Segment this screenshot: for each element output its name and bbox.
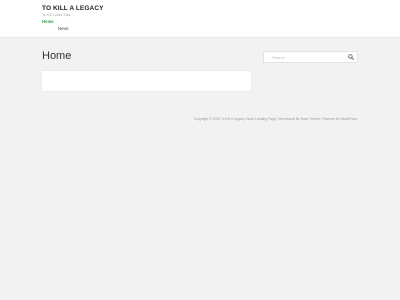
search-icon	[348, 54, 354, 60]
search-button[interactable]	[346, 53, 356, 61]
site-tagline: To Kill Looks Stay...	[42, 12, 74, 17]
search-form	[263, 51, 358, 63]
content-area	[41, 70, 252, 92]
search-input[interactable]	[264, 52, 352, 62]
page-title: Home	[42, 50, 72, 62]
site-title[interactable]: TO KILL A LEGACY	[42, 5, 104, 12]
site-header: TO KILL A LEGACY To Kill Looks Stay... H…	[0, 0, 400, 38]
footer-divider	[0, 110, 400, 111]
nav-item-news[interactable]: News	[58, 26, 68, 31]
nav-item-home[interactable]: Home	[42, 19, 54, 24]
site-footer: Copyright © 2022 To Kill A Legacy. Book …	[193, 117, 358, 121]
